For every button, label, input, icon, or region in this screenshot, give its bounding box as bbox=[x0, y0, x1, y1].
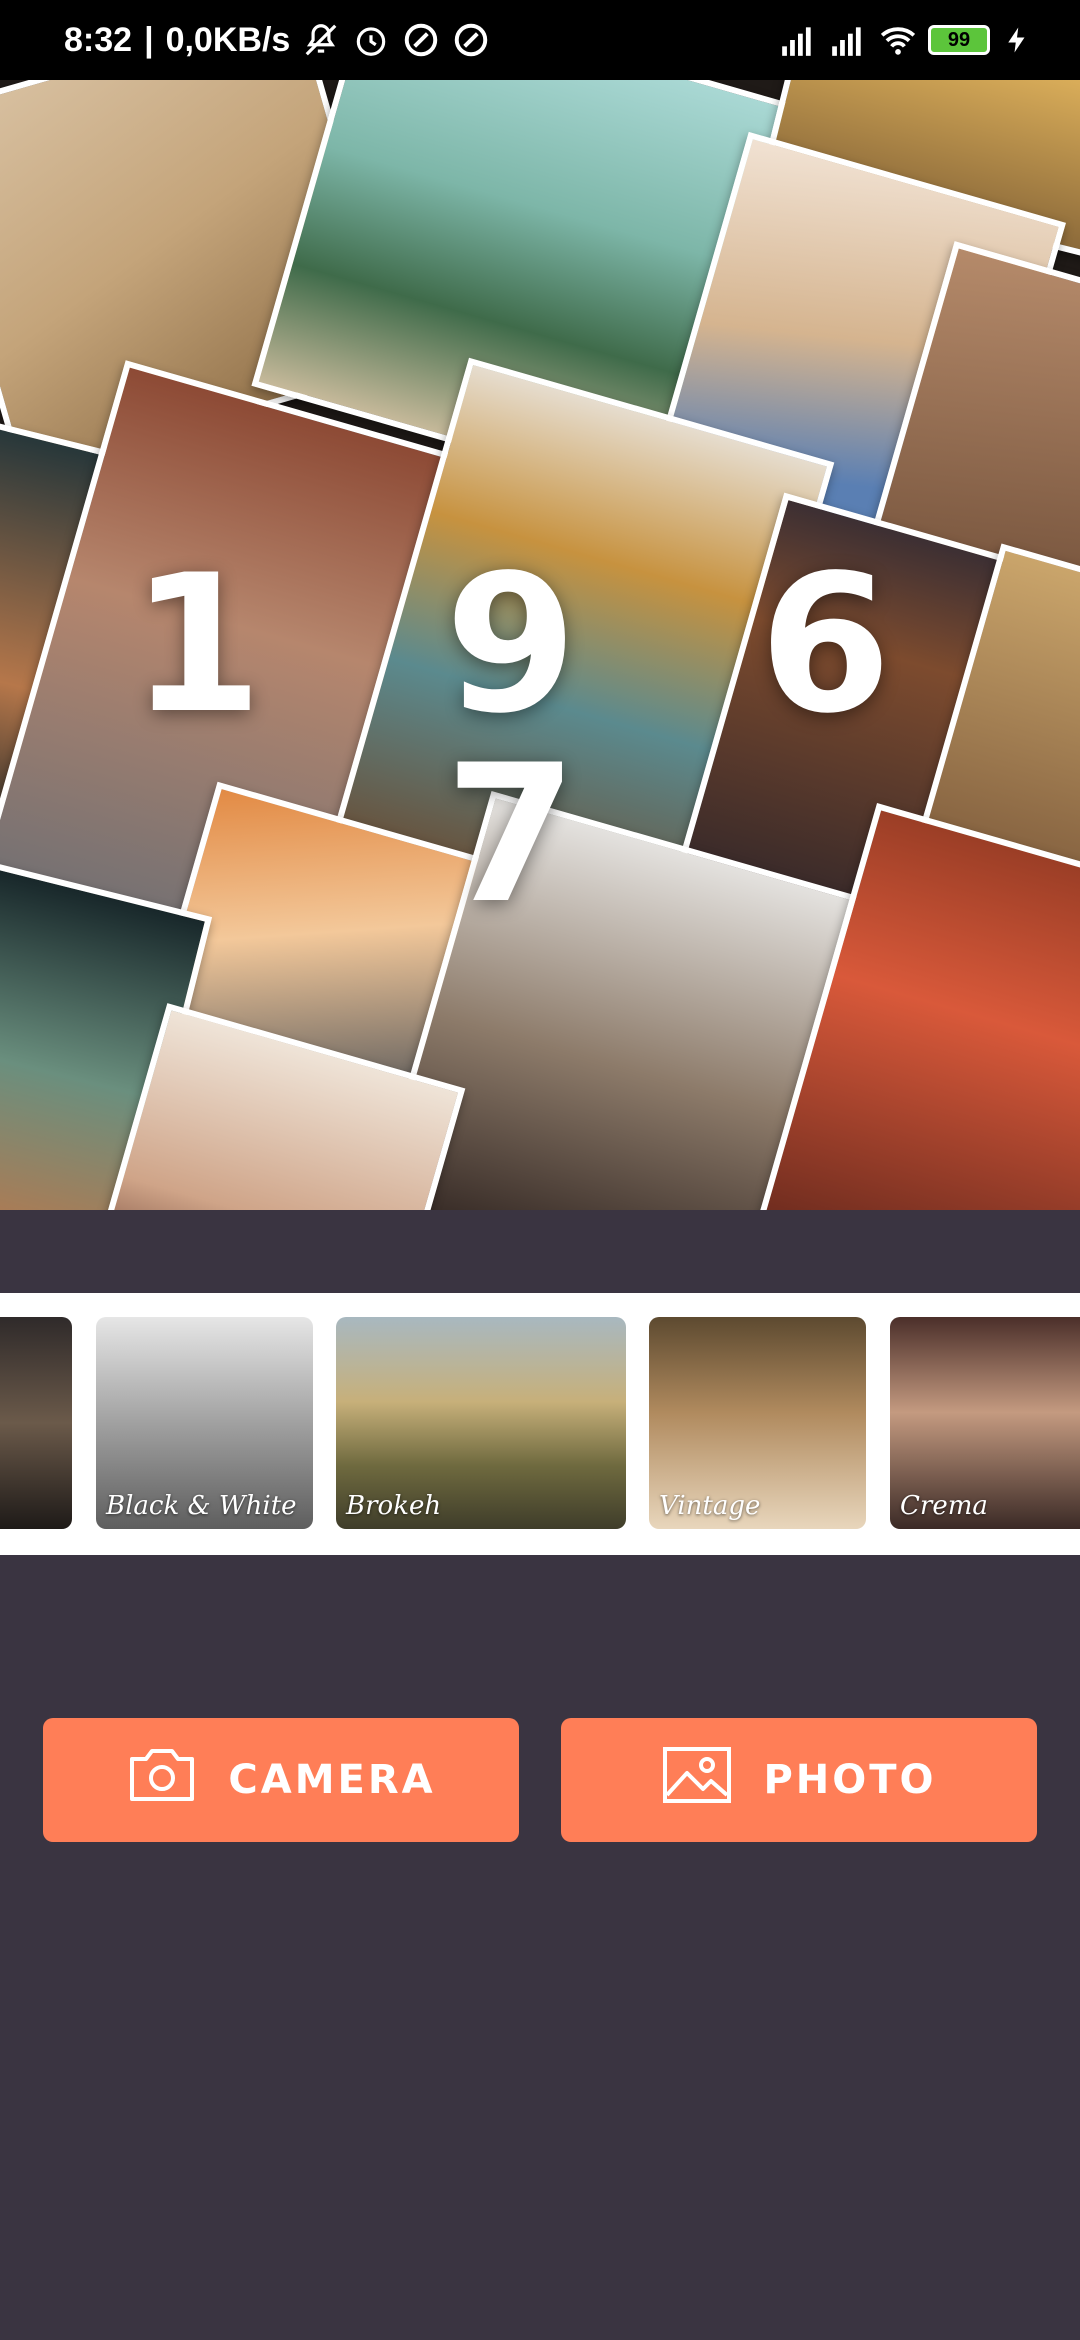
image-icon bbox=[661, 1745, 733, 1815]
clock: 8:32 bbox=[64, 20, 133, 59]
status-bar-left: 8:32 | 0,0KB/s bbox=[64, 21, 490, 60]
camera-icon bbox=[126, 1745, 198, 1815]
photo-label: PHOTO bbox=[763, 1757, 937, 1803]
network-speed: 0,0KB/s bbox=[165, 20, 291, 59]
wifi-icon bbox=[878, 21, 916, 59]
camera-label: CAMERA bbox=[228, 1757, 436, 1803]
camera-button[interactable]: CAMERA bbox=[43, 1718, 519, 1842]
filter-item-crema[interactable]: Crema bbox=[890, 1317, 1080, 1529]
filter-label: Black & White bbox=[106, 1491, 297, 1521]
charging-icon bbox=[1002, 21, 1040, 59]
photo-button[interactable]: PHOTO bbox=[561, 1718, 1037, 1842]
hero-title: 1 9 6 7 bbox=[130, 534, 950, 945]
status-bar: 8:32 | 0,0KB/s 99 bbox=[0, 0, 1080, 80]
filter-item[interactable] bbox=[0, 1317, 72, 1529]
data-saver-icon bbox=[452, 21, 490, 59]
filter-item-black-white[interactable]: Black & White bbox=[96, 1317, 313, 1529]
signal-icon bbox=[828, 21, 866, 59]
filter-item-brokeh[interactable]: Brokeh bbox=[336, 1317, 626, 1529]
filter-item-vintage[interactable]: Vintage bbox=[649, 1317, 866, 1529]
hero-collage: 1 9 6 7 bbox=[0, 80, 1080, 1210]
signal-icon bbox=[778, 21, 816, 59]
filter-label: Crema bbox=[900, 1491, 988, 1521]
filter-label: Brokeh bbox=[346, 1491, 442, 1521]
mute-icon bbox=[302, 21, 340, 59]
status-bar-right: 99 bbox=[778, 21, 1040, 59]
filter-strip[interactable]: Black & White Brokeh Vintage Crema bbox=[0, 1293, 1080, 1555]
alarm-icon bbox=[352, 21, 390, 59]
filter-label: Vintage bbox=[659, 1491, 761, 1521]
separator: | bbox=[144, 20, 154, 59]
data-saver-icon bbox=[402, 21, 440, 59]
battery-icon: 99 bbox=[928, 25, 990, 55]
